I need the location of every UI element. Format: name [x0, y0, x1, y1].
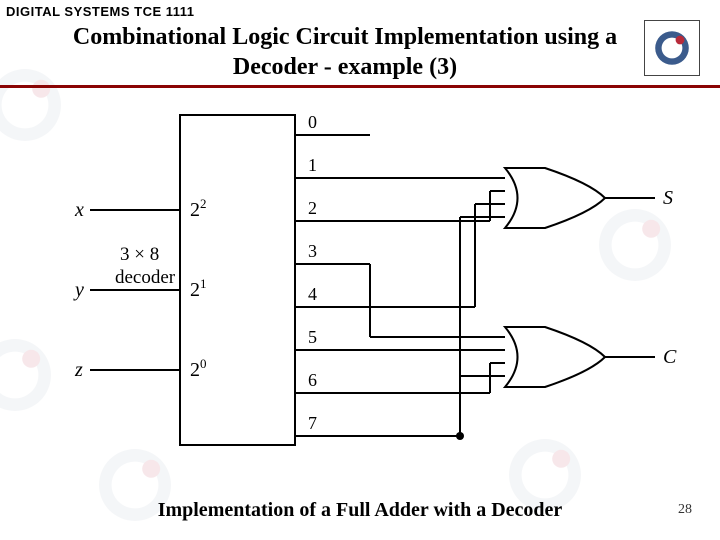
output-s: S	[663, 187, 673, 209]
decoder-label-a: 3 × 8	[120, 244, 159, 265]
decoder-diagram: x 22 y 21 z 20 3 × 8 decoder 0 1 2 3 4 5…	[60, 100, 680, 470]
institution-logo	[644, 20, 700, 76]
input-y-label: y	[73, 279, 84, 301]
out-5: 5	[308, 327, 317, 347]
out-1: 1	[308, 155, 317, 175]
bg-logo	[0, 330, 60, 420]
out-3: 3	[308, 241, 317, 261]
slide-title: Combinational Logic Circuit Implementati…	[60, 22, 630, 82]
course-code: DIGITAL SYSTEMS TCE 1111	[6, 4, 195, 19]
out-6: 6	[308, 370, 317, 390]
caption: Implementation of a Full Adder with a De…	[0, 499, 720, 522]
page-number: 28	[678, 502, 692, 518]
title-line2: Decoder - example (3)	[233, 54, 457, 80]
decoder-label-b: decoder	[115, 267, 176, 288]
input-z-label: z	[74, 359, 83, 381]
output-c: C	[663, 346, 677, 368]
input-x-label: x	[74, 199, 84, 221]
out-4: 4	[308, 284, 317, 304]
or-gate-c: C	[505, 327, 677, 387]
or-gate-s: S	[505, 168, 673, 228]
title-underline	[0, 85, 720, 88]
title-line1: Combinational Logic Circuit Implementati…	[73, 24, 617, 50]
out-0: 0	[308, 112, 317, 132]
out-7: 7	[308, 413, 317, 433]
out-2: 2	[308, 198, 317, 218]
